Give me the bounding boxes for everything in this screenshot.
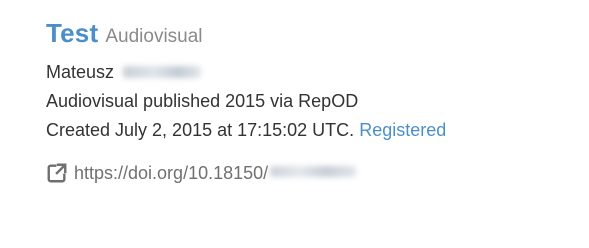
created-text: Created July 2, 2015 at 17:15:02 UTC. <box>46 120 355 140</box>
search-result-card: Test Audiovisual Mateusz Audiovisual pub… <box>46 18 576 184</box>
registered-status-link[interactable]: Registered <box>359 120 446 140</box>
result-title-link[interactable]: Test <box>46 18 98 49</box>
created-line: Created July 2, 2015 at 17:15:02 UTC. Re… <box>46 118 576 142</box>
publication-line: Audiovisual published 2015 via RepOD <box>46 91 359 111</box>
external-link-icon[interactable] <box>46 162 68 184</box>
creator-first-name: Mateusz <box>46 62 115 82</box>
resource-type-label: Audiovisual <box>105 26 203 47</box>
doi-link[interactable]: https://doi.org/10.18150/ <box>74 163 268 184</box>
redacted-doi-suffix <box>270 166 357 177</box>
title-row: Test Audiovisual <box>46 18 576 52</box>
creators-line: Mateusz <box>46 60 576 84</box>
doi-row: https://doi.org/10.18150/ <box>46 162 576 184</box>
redacted-creator-last-name <box>123 65 202 78</box>
